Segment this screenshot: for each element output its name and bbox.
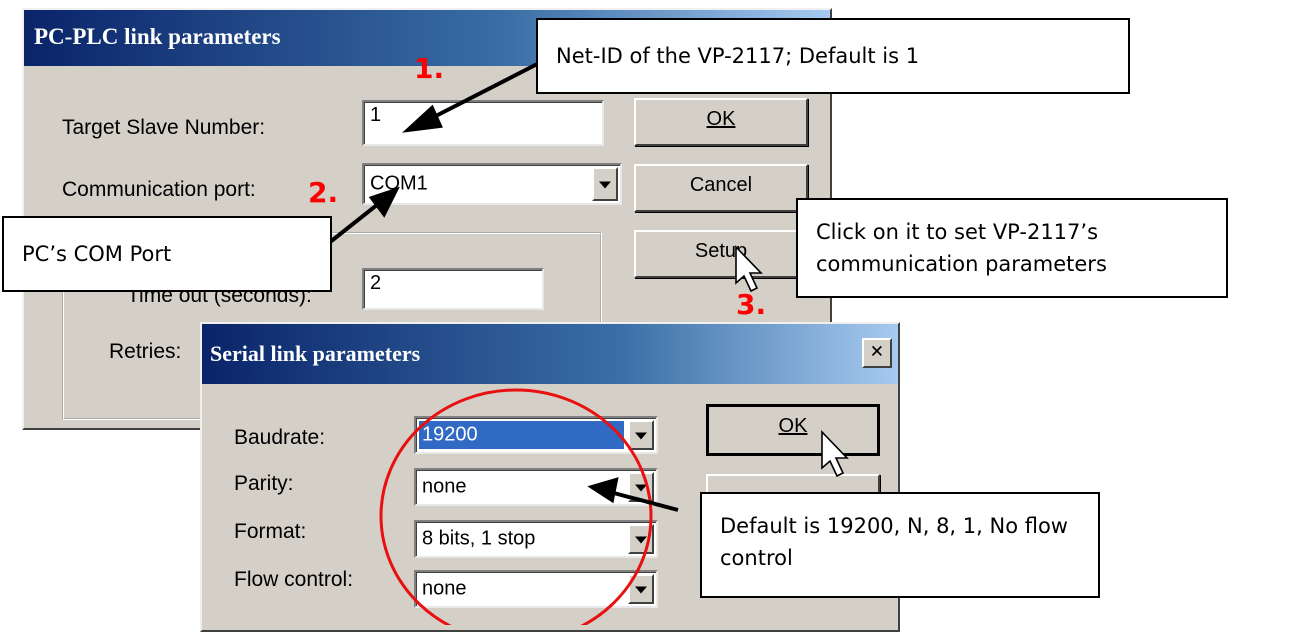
callout-default: Default is 19200, N, 8, 1, No flow contr… [700,492,1100,598]
cursor-icon-serial-ok [821,430,849,478]
step-2-label: 2. [308,176,339,209]
arrow-netid-head [402,104,443,133]
callout-com-port: PC’s COM Port [2,216,332,292]
callout-netid: Net-ID of the VP-2117; Default is 1 [536,18,1130,94]
arrow-com-head [368,186,400,218]
callout-setup: Click on it to set VP-2117’s communicati… [796,198,1228,298]
step-3-label: 3. [736,288,767,321]
highlight-circle [379,388,653,625]
arrow-default-head [587,477,619,504]
step-1-label: 1. [414,52,445,85]
arrow-default [609,490,679,512]
cursor-icon-setup [735,245,763,293]
